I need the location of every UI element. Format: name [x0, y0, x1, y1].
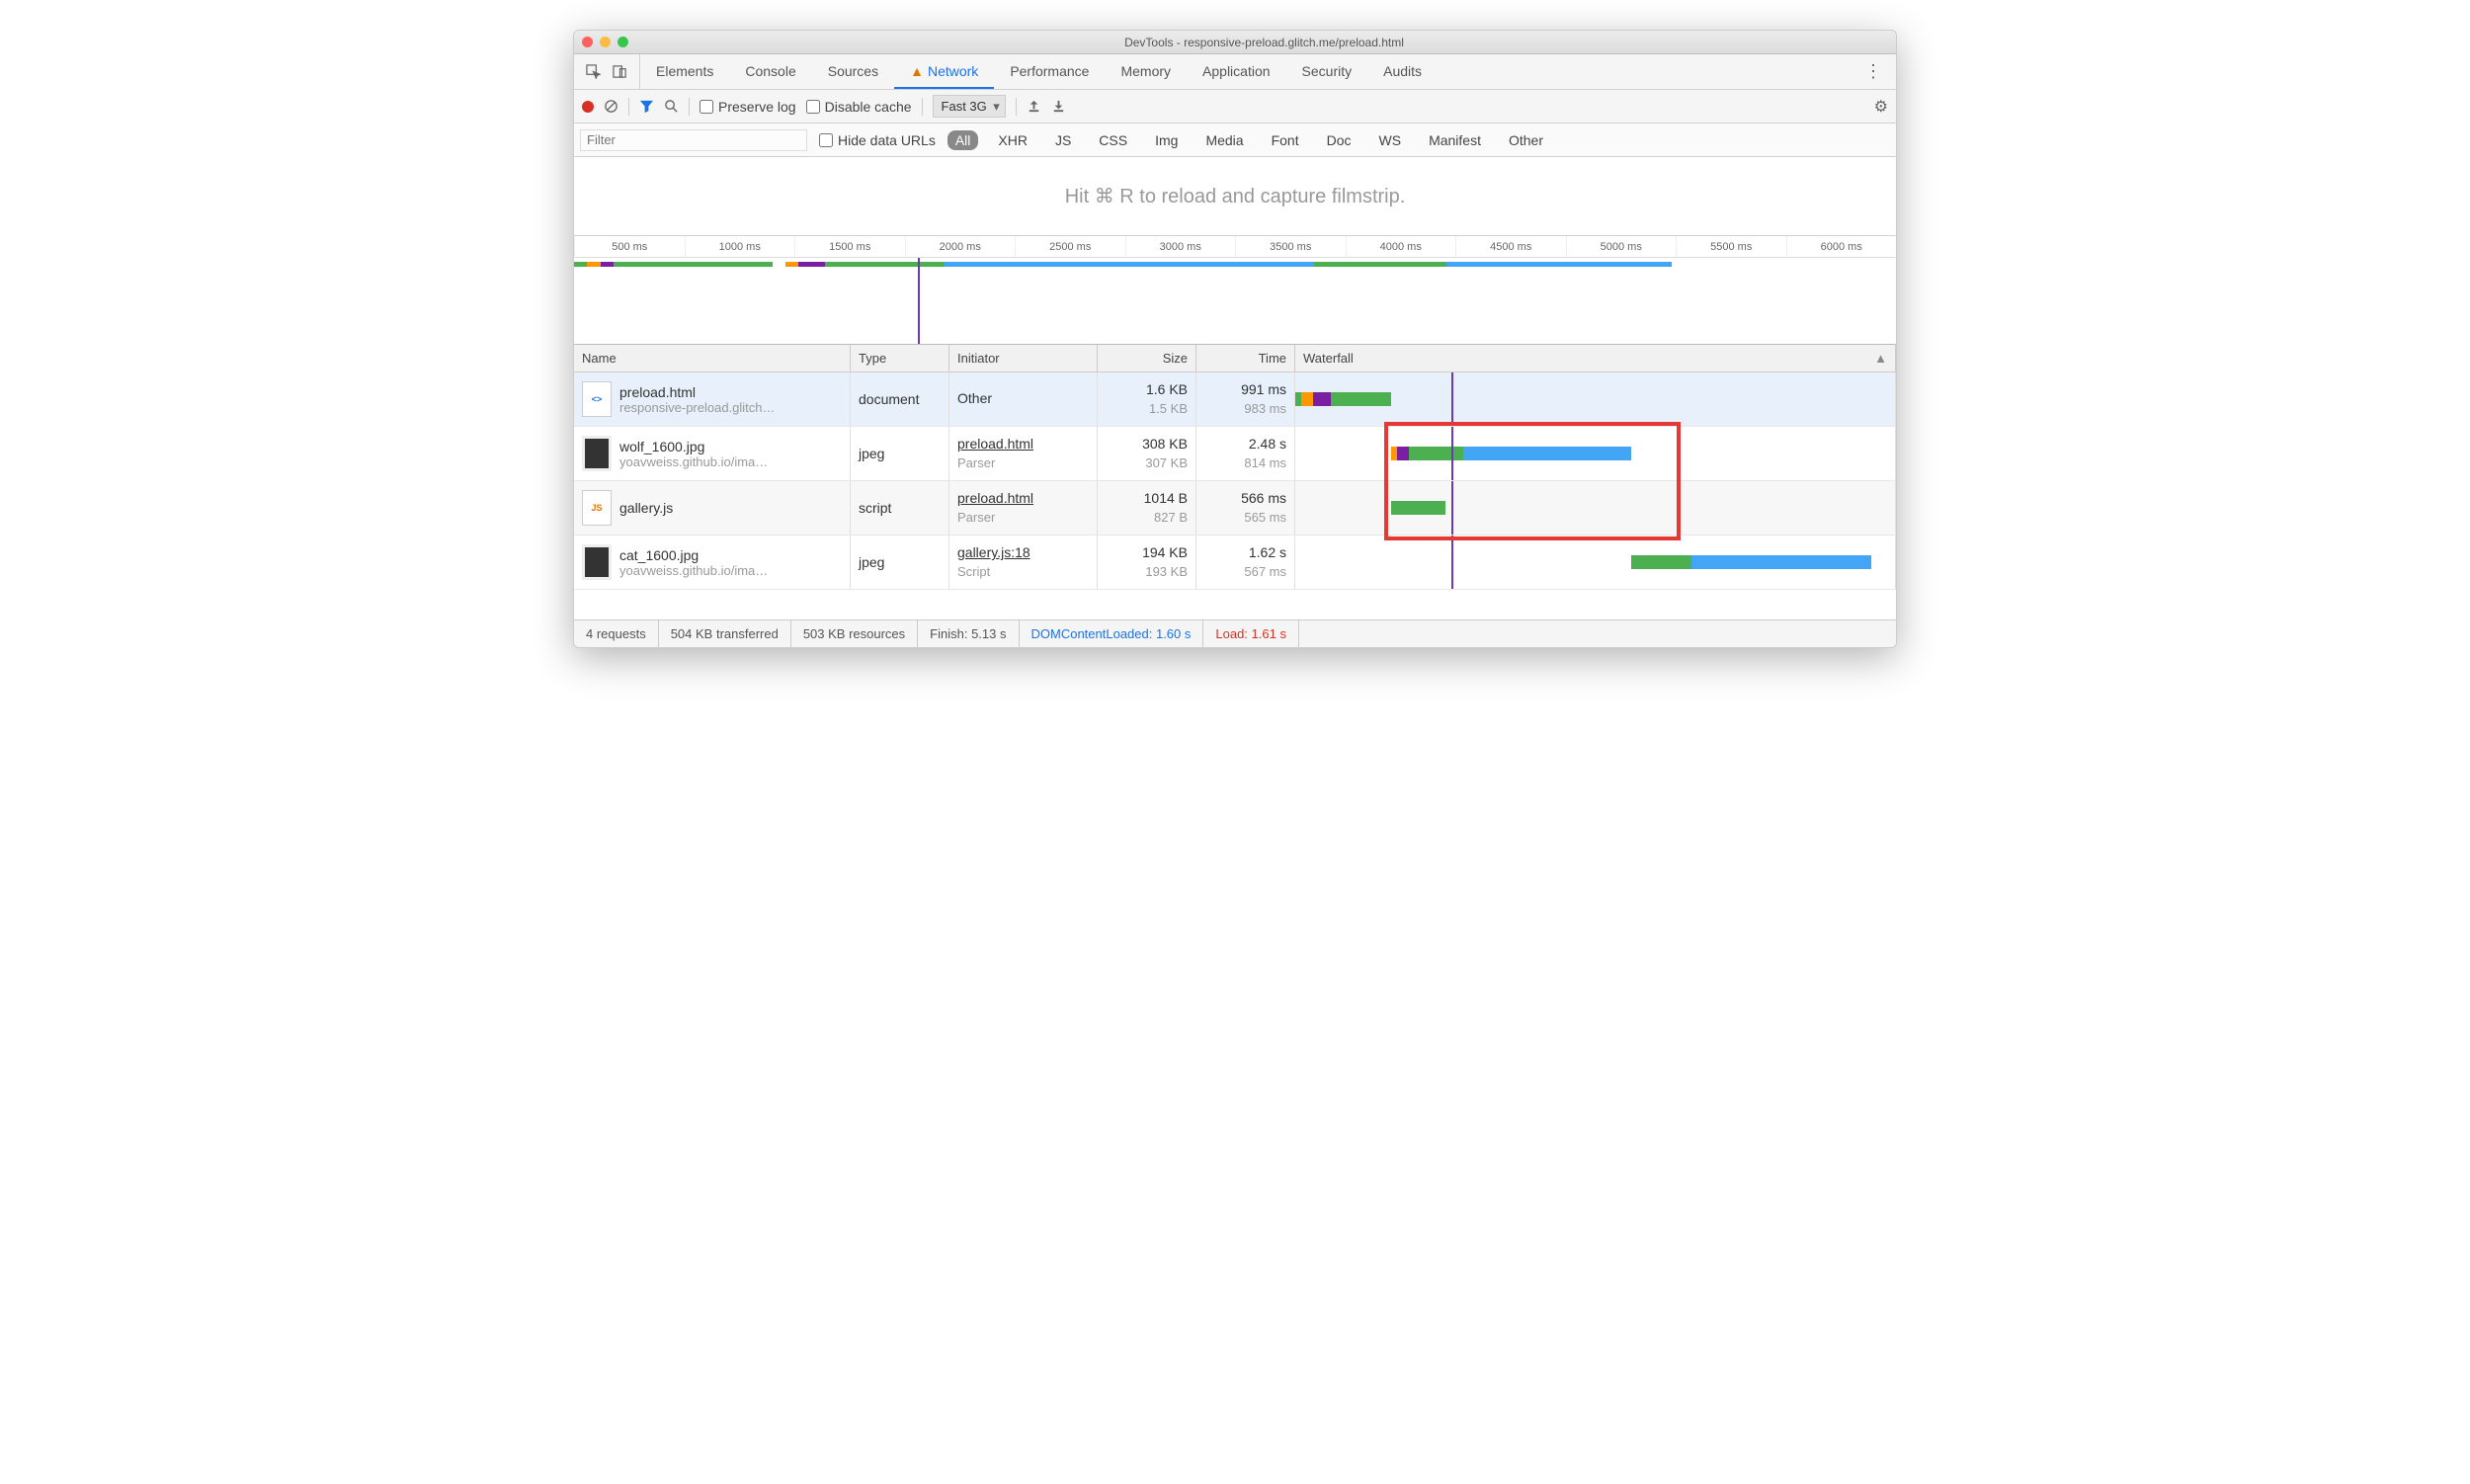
timeline-tick: 5500 ms: [1676, 236, 1786, 257]
throttling-select[interactable]: Fast 3G: [933, 95, 1006, 118]
tab-elements[interactable]: Elements: [640, 54, 729, 89]
resource-name: wolf_1600.jpg: [619, 439, 768, 454]
waterfall-cell: [1295, 536, 1896, 589]
disable-cache-checkbox[interactable]: Disable cache: [806, 99, 912, 115]
waterfall-cell: [1295, 372, 1896, 426]
tab-console[interactable]: Console: [729, 54, 811, 89]
status-domcontentloaded: DOMContentLoaded: 1.60 s: [1020, 620, 1204, 647]
settings-icon[interactable]: ⚙: [1874, 97, 1888, 117]
filter-type-all[interactable]: All: [947, 130, 979, 150]
table-row[interactable]: JSgallery.js script preload.htmlParser 1…: [574, 481, 1896, 536]
timeline-tick: 6000 ms: [1786, 236, 1897, 257]
dcl-marker: [1451, 536, 1453, 589]
network-toolbar: Preserve log Disable cache Fast 3G ⚙: [574, 90, 1896, 124]
timeline-tick: 4500 ms: [1455, 236, 1566, 257]
tab-memory[interactable]: Memory: [1105, 54, 1187, 89]
status-requests: 4 requests: [574, 620, 659, 647]
tab-application[interactable]: Application: [1187, 54, 1286, 89]
status-load: Load: 1.61 s: [1203, 620, 1299, 647]
upload-har-icon[interactable]: [1027, 99, 1041, 114]
status-bar: 4 requests 504 KB transferred 503 KB res…: [574, 619, 1896, 647]
timeline-tick: 3500 ms: [1235, 236, 1346, 257]
filter-type-media[interactable]: Media: [1197, 130, 1251, 150]
column-type[interactable]: Type: [851, 345, 949, 371]
tab-performance[interactable]: Performance: [994, 54, 1105, 89]
dcl-marker: [918, 258, 920, 344]
tab-audits[interactable]: Audits: [1367, 54, 1438, 89]
devtools-window: DevTools - responsive-preload.glitch.me/…: [573, 30, 1897, 648]
filter-type-manifest[interactable]: Manifest: [1421, 130, 1489, 150]
window-title: DevTools - responsive-preload.glitch.me/…: [640, 36, 1888, 49]
search-icon[interactable]: [664, 99, 679, 114]
filmstrip-hint: Hit ⌘ R to reload and capture filmstrip.: [574, 157, 1896, 236]
column-waterfall[interactable]: Waterfall▲: [1295, 345, 1896, 371]
file-image-icon: [582, 436, 612, 471]
record-button[interactable]: [582, 101, 594, 113]
dcl-marker: [1451, 372, 1453, 426]
filter-type-ws[interactable]: WS: [1371, 130, 1410, 150]
device-toolbar-icon[interactable]: [613, 64, 627, 79]
column-size[interactable]: Size: [1098, 345, 1196, 371]
maximize-window-button[interactable]: [618, 37, 628, 47]
request-table: <>preload.htmlresponsive-preload.glitch……: [574, 372, 1896, 619]
filter-input[interactable]: [580, 129, 807, 151]
window-controls: [582, 37, 628, 47]
overview-bars: [574, 260, 1896, 274]
resource-name: gallery.js: [619, 500, 673, 516]
table-row[interactable]: cat_1600.jpgyoavweiss.github.io/ima… jpe…: [574, 536, 1896, 590]
hide-data-urls-checkbox[interactable]: Hide data URLs: [819, 132, 936, 148]
resource-name: preload.html: [619, 384, 776, 400]
download-har-icon[interactable]: [1051, 99, 1066, 114]
more-menu-icon[interactable]: ⋮: [1851, 61, 1896, 82]
filter-bar: Hide data URLs All XHR JS CSS Img Media …: [574, 124, 1896, 157]
warning-icon: ▲: [910, 63, 924, 79]
inspect-element-icon[interactable]: [586, 64, 601, 79]
tab-network[interactable]: ▲Network: [894, 54, 994, 89]
file-image-icon: [582, 544, 612, 580]
file-html-icon: <>: [582, 381, 612, 417]
filter-type-js[interactable]: JS: [1047, 130, 1079, 150]
timeline-tick: 2000 ms: [905, 236, 1016, 257]
filter-type-other[interactable]: Other: [1501, 130, 1551, 150]
timeline-tick: 3000 ms: [1125, 236, 1236, 257]
preserve-log-checkbox[interactable]: Preserve log: [700, 99, 796, 115]
overview-timeline[interactable]: 500 ms 1000 ms 1500 ms 2000 ms 2500 ms 3…: [574, 236, 1896, 345]
filter-icon[interactable]: [639, 99, 654, 114]
status-finish: Finish: 5.13 s: [918, 620, 1019, 647]
filter-type-font[interactable]: Font: [1264, 130, 1307, 150]
sort-arrow-icon: ▲: [1874, 351, 1887, 366]
resource-name: cat_1600.jpg: [619, 547, 768, 563]
column-name[interactable]: Name: [574, 345, 851, 371]
table-row[interactable]: wolf_1600.jpgyoavweiss.github.io/ima… jp…: [574, 427, 1896, 481]
timeline-tick: 5000 ms: [1566, 236, 1677, 257]
panel-tabs: Elements Console Sources ▲Network Perfor…: [640, 54, 1438, 89]
filter-type-xhr[interactable]: XHR: [990, 130, 1035, 150]
filter-type-doc[interactable]: Doc: [1319, 130, 1359, 150]
timeline-tick: 1500 ms: [794, 236, 905, 257]
file-js-icon: JS: [582, 490, 612, 526]
close-window-button[interactable]: [582, 37, 593, 47]
dcl-marker: [1451, 427, 1453, 480]
timeline-tick: 4000 ms: [1346, 236, 1456, 257]
tab-sources[interactable]: Sources: [812, 54, 894, 89]
dcl-marker: [1451, 481, 1453, 535]
timeline-tick: 2500 ms: [1015, 236, 1125, 257]
table-header: Name Type Initiator Size Time Waterfall▲: [574, 345, 1896, 372]
waterfall-cell: [1295, 427, 1896, 480]
column-time[interactable]: Time: [1196, 345, 1295, 371]
status-transferred: 504 KB transferred: [659, 620, 791, 647]
table-row[interactable]: <>preload.htmlresponsive-preload.glitch……: [574, 372, 1896, 427]
clear-icon[interactable]: [604, 99, 618, 114]
main-tabbar: Elements Console Sources ▲Network Perfor…: [574, 54, 1896, 90]
tab-security[interactable]: Security: [1286, 54, 1368, 89]
titlebar: DevTools - responsive-preload.glitch.me/…: [574, 31, 1896, 54]
minimize-window-button[interactable]: [600, 37, 611, 47]
timeline-tick: 500 ms: [574, 236, 685, 257]
status-resources: 503 KB resources: [791, 620, 918, 647]
timeline-tick: 1000 ms: [685, 236, 795, 257]
column-initiator[interactable]: Initiator: [949, 345, 1098, 371]
filter-type-img[interactable]: Img: [1147, 130, 1186, 150]
waterfall-cell: [1295, 481, 1896, 535]
filter-type-css[interactable]: CSS: [1091, 130, 1135, 150]
